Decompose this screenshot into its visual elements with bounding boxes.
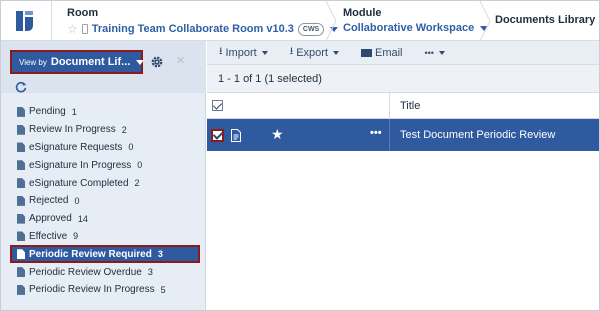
more-actions-button[interactable]: ••• — [425, 48, 445, 58]
folder-count: 2 — [134, 178, 140, 189]
folder-label: Periodic Review Required — [29, 248, 152, 260]
sidebar-folder-item[interactable]: Periodic Review Overdue 3 — [10, 263, 200, 281]
document-icon — [17, 213, 25, 224]
select-all-checkbox[interactable] — [212, 100, 223, 111]
sidebar-folder-item[interactable]: Periodic Review Required 3 — [10, 245, 200, 264]
export-icon: ⭳ — [289, 46, 294, 57]
folder-count: 9 — [73, 231, 79, 242]
document-icon — [17, 267, 25, 278]
sidebar-folder-item[interactable]: eSignature Completed 2 — [10, 174, 200, 192]
view-by-label: View by — [19, 57, 47, 67]
document-icon — [17, 142, 25, 153]
email-label: Email — [374, 46, 403, 59]
folder-count: 3 — [147, 267, 153, 278]
view-by-value: Document Lif... — [50, 56, 131, 68]
export-label: Export — [296, 46, 328, 59]
chevron-down-icon — [438, 50, 445, 55]
column-divider — [389, 119, 390, 151]
row-checkbox[interactable] — [211, 129, 224, 142]
sidebar-folder-item[interactable]: Approved 14 — [10, 210, 200, 228]
folder-label: Effective — [29, 230, 68, 242]
envelope-icon — [360, 48, 372, 57]
folder-count: 0 — [128, 142, 134, 153]
module-label: Module — [343, 7, 382, 19]
document-icon — [17, 106, 25, 117]
breadcrumb-separator-icon — [479, 1, 491, 41]
list-toolbar: ⭳ Import ⭳ Export Email ••• — [207, 41, 599, 65]
module-selector[interactable]: Collaborative Workspace — [343, 22, 489, 34]
sidebar: View by Document Lif... ✕ Pending 1 Review… — [1, 41, 206, 310]
folder-label: Periodic Review Overdue — [29, 266, 142, 278]
document-icon — [17, 249, 25, 260]
sidebar-header: View by Document Lif... ✕ — [1, 41, 206, 93]
folder-label: Pending — [29, 106, 66, 118]
import-label: Import — [225, 46, 257, 59]
sidebar-folder-item[interactable]: eSignature In Progress 0 — [10, 156, 200, 174]
module-name: Collaborative Workspace — [343, 22, 475, 34]
view-by-dropdown[interactable]: View by Document Lif... — [10, 50, 145, 74]
document-icon — [17, 284, 25, 295]
folder-label: eSignature In Progress — [29, 159, 132, 171]
sidebar-folder-item[interactable]: Rejected 0 — [10, 192, 200, 210]
result-summary: 1 - 1 of 1 (1 selected) — [207, 65, 599, 93]
header-divider — [51, 1, 52, 41]
folder-count: 0 — [74, 195, 80, 206]
sidebar-folder-item[interactable]: Periodic Review In Progress 5 — [10, 281, 200, 299]
table-header: Title — [207, 93, 599, 119]
folder-list: Pending 1 Review In Progress 2 eSignature Re… — [10, 103, 200, 299]
email-button[interactable]: Email — [360, 46, 403, 59]
chevron-down-icon — [136, 59, 145, 65]
sidebar-folder-item[interactable]: eSignature Requests 0 — [10, 139, 200, 157]
room-type-badge: CWS — [297, 22, 325, 36]
table-row[interactable]: ★ ••• Test Document Periodic Review — [207, 119, 599, 151]
folder-label: eSignature Requests — [29, 141, 123, 153]
document-icon — [17, 124, 25, 135]
app-window: Room ☆ Training Team Collaborate Room v1… — [0, 0, 600, 311]
row-more-actions-icon[interactable]: ••• — [370, 127, 382, 139]
document-icon — [17, 231, 25, 242]
refresh-icon[interactable] — [15, 81, 27, 93]
favorite-star-icon[interactable]: ★ — [271, 126, 284, 143]
import-icon: ⭳ — [219, 46, 223, 57]
room-label: Room — [67, 7, 99, 19]
more-dots-icon: ••• — [424, 47, 434, 58]
import-button[interactable]: ⭳ Import — [219, 44, 268, 61]
top-header: Room ☆ Training Team Collaborate Room v1… — [1, 1, 599, 41]
room-name: Training Team Collaborate Room v10.3 — [91, 23, 294, 35]
room-selector[interactable]: ☆ Training Team Collaborate Room v10.3 C… — [67, 22, 339, 36]
sidebar-folder-item[interactable]: Review In Progress 2 — [10, 121, 200, 139]
folder-count: 0 — [137, 160, 143, 171]
folder-count: 1 — [71, 106, 77, 117]
folder-label: Approved — [29, 213, 72, 225]
document-icon — [17, 160, 25, 171]
app-logo-icon[interactable] — [13, 9, 37, 33]
chevron-down-icon — [332, 50, 339, 55]
folder-label: Rejected — [29, 195, 69, 207]
gear-icon[interactable] — [150, 55, 164, 69]
document-icon — [17, 195, 25, 206]
chevron-down-icon — [261, 50, 268, 55]
folder-label: eSignature Completed — [29, 177, 129, 189]
column-divider — [389, 93, 390, 119]
folder-label: Periodic Review In Progress — [29, 284, 155, 296]
folder-count: 14 — [77, 213, 88, 224]
pin-icon[interactable]: ✕ — [176, 54, 185, 67]
title-column-header[interactable]: Title — [400, 100, 420, 112]
mobile-icon — [81, 24, 88, 34]
breadcrumb-separator-icon — [325, 1, 337, 41]
document-icon[interactable] — [231, 129, 241, 142]
sidebar-folder-item[interactable]: Pending 1 — [10, 103, 200, 121]
document-icon — [17, 178, 25, 189]
document-title[interactable]: Test Document Periodic Review — [400, 129, 555, 141]
favorite-star-icon[interactable]: ☆ — [67, 22, 78, 36]
sidebar-folder-item[interactable]: Effective 9 — [10, 228, 200, 246]
folder-count: 2 — [121, 124, 127, 135]
page-title: Documents Library — [495, 14, 596, 26]
export-button[interactable]: ⭳ Export — [290, 44, 339, 61]
folder-count: 3 — [157, 249, 163, 260]
folder-label: Review In Progress — [29, 124, 116, 136]
folder-count: 5 — [160, 284, 166, 295]
